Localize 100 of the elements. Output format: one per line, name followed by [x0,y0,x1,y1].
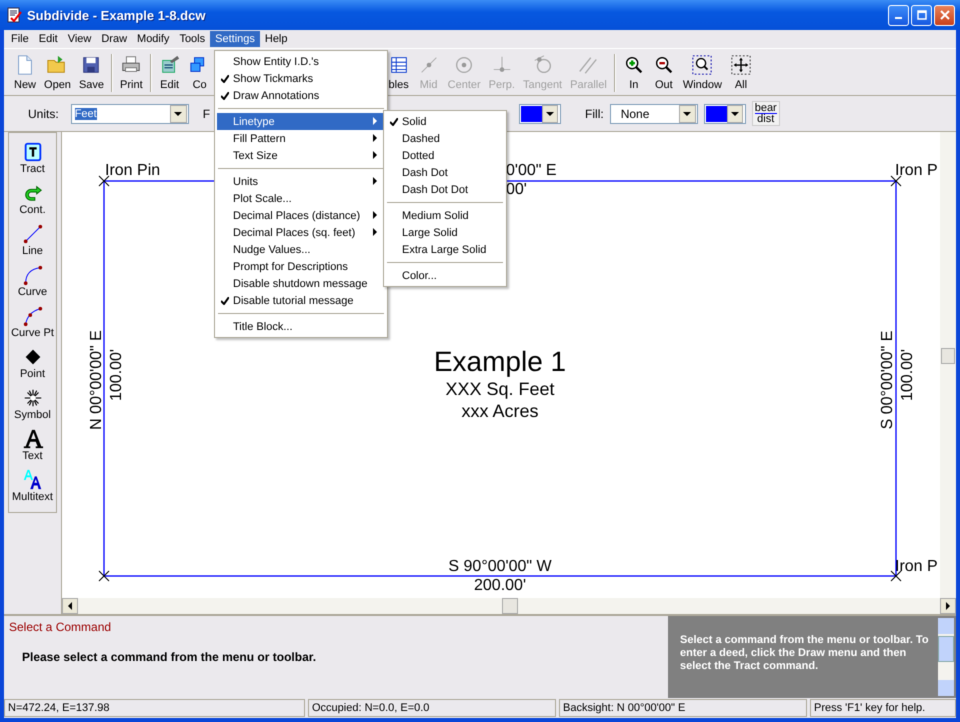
menu-item[interactable]: Title Block... [217,318,385,335]
area-label: xxx Acres [461,401,539,421]
toolbar-button[interactable]: Print [116,51,147,95]
fill-label: Fill: [585,106,604,120]
submenu-arrow-icon [373,210,377,218]
scroll-right-icon[interactable] [946,602,950,610]
check-icon [221,92,229,100]
menu-item[interactable]: Edit [34,31,63,47]
menu-item[interactable]: Draw Annotations [217,87,385,104]
units-label: Units: [28,106,59,120]
menu-item[interactable]: Dashed [386,130,504,147]
menu-item[interactable]: Fill Pattern [217,130,385,147]
menu-item[interactable]: Extra Large Solid [386,241,504,258]
tool-button[interactable]: Text [9,428,56,469]
menu-item[interactable]: Color... [386,267,504,284]
dropdown-arrow-icon [730,112,739,116]
toolbar-button[interactable]: All [726,51,756,95]
command-message: Please select a command from the menu or toolbar. [22,650,318,664]
menu-item[interactable]: Medium Solid [386,207,504,224]
menu-item[interactable]: Units [217,173,385,190]
toolbar-button[interactable]: Window [678,51,726,95]
toolbar-button[interactable]: Save [74,51,108,95]
drawing-title: Example 1 [434,346,566,377]
toolbar-button[interactable]: Out [648,51,679,95]
command-heading: Select a Command [9,620,112,634]
menu-item[interactable]: Tools [174,31,210,47]
point-label: Iron P [895,162,938,179]
window-title: Subdivide - Example 1-8.dcw [27,8,206,22]
status-pane: Backsight: N 00°00'00" E [559,699,807,717]
tool-button[interactable]: Symbol [9,387,56,428]
bearing-distance-button[interactable]: bear dist [752,101,780,126]
toolbar-button[interactable]: Open [40,51,75,95]
minimize-button[interactable] [888,4,909,26]
toolbar-button[interactable]: bles [384,51,414,95]
menu-item[interactable]: Dash Dot Dot [386,181,504,198]
bearing-label: S 90°00'00" W [448,558,552,575]
submenu-arrow-icon [373,150,377,158]
menu-item[interactable]: Nudge Values... [217,241,385,258]
menu-item[interactable]: View [62,31,96,47]
tool-button[interactable]: Curve Pt [9,305,56,346]
line-color-dropdown[interactable] [519,104,562,124]
distance-label: 100.00' [108,349,125,401]
tool-button[interactable]: Point [9,346,56,387]
menu-item[interactable]: File [6,31,34,47]
vertical-scrollbar[interactable] [940,132,956,598]
scroll-thumb[interactable] [502,598,518,614]
menu-item[interactable]: Plot Scale... [217,190,385,207]
menu-item[interactable]: Help [260,31,292,47]
check-icon [390,118,398,126]
menu-item[interactable]: Disable shutdown message [217,275,385,292]
menu-item[interactable]: Prompt for Descriptions [217,258,385,275]
menu-item[interactable]: Dash Dot [386,164,504,181]
help-scrollbar[interactable] [938,618,954,696]
distance-label: 00' [506,181,527,198]
point-label: Iron Pin [105,162,160,179]
menu-item[interactable]: Decimal Places (sq. feet) [217,224,385,241]
tangent-icon [532,54,554,76]
menu-item[interactable]: Show Entity I.D.'s [217,53,385,70]
menu-item[interactable]: Linetype [217,113,385,130]
menu-item[interactable]: Modify [132,31,174,47]
bearing-label: N 00°00'00" E [88,330,105,430]
scroll-left-icon[interactable] [68,602,72,610]
point-label: Iron P [895,558,938,575]
toolbar-button[interactable]: Co [184,51,215,95]
tickmark-icon [98,570,110,582]
distance-label: 100.00' [899,349,916,401]
tickmark-icon [890,570,902,582]
tickmark-icon [890,176,902,186]
close-icon [940,10,950,20]
menu-item[interactable]: Text Size [217,147,385,164]
toolbar-button[interactable]: Edit [154,51,185,95]
menu-item[interactable]: Large Solid [386,224,504,241]
minimize-icon [895,17,902,19]
maximize-button[interactable] [911,4,932,26]
menu-item[interactable]: Draw [96,31,132,47]
submenu-arrow-icon [373,228,377,236]
menu-item[interactable]: Disable tutorial message [217,292,385,309]
menu-item[interactable]: Show Tickmarks [217,70,385,87]
menu-item[interactable]: Dotted [386,147,504,164]
status-pane: N=472.24, E=137.98 [4,699,305,717]
fill-color-dropdown[interactable] [704,104,746,124]
menu-item[interactable]: Settings [210,31,260,47]
tool-button[interactable]: Tract [9,141,56,182]
menu-item[interactable]: Decimal Places (distance) [217,207,385,224]
menu-item[interactable]: Solid [386,113,504,130]
tool-button[interactable]: Line [9,223,56,264]
units-dropdown[interactable]: Feet [70,104,189,124]
check-icon [221,74,229,82]
tool-button[interactable]: Curve [9,264,56,305]
scroll-thumb[interactable] [941,348,955,364]
toolbar-button[interactable]: In [618,51,649,95]
fill-dropdown[interactable]: None [610,104,698,124]
horizontal-scrollbar[interactable] [62,598,956,614]
zoom-window-icon [691,54,714,76]
submenu-arrow-icon [373,134,377,142]
close-button[interactable] [934,4,955,26]
tool-button[interactable]: Multitext [9,469,56,510]
dropdown-arrow-icon [683,112,692,116]
toolbar-button[interactable]: New [10,51,40,95]
tool-button[interactable]: Cont. [9,182,56,223]
